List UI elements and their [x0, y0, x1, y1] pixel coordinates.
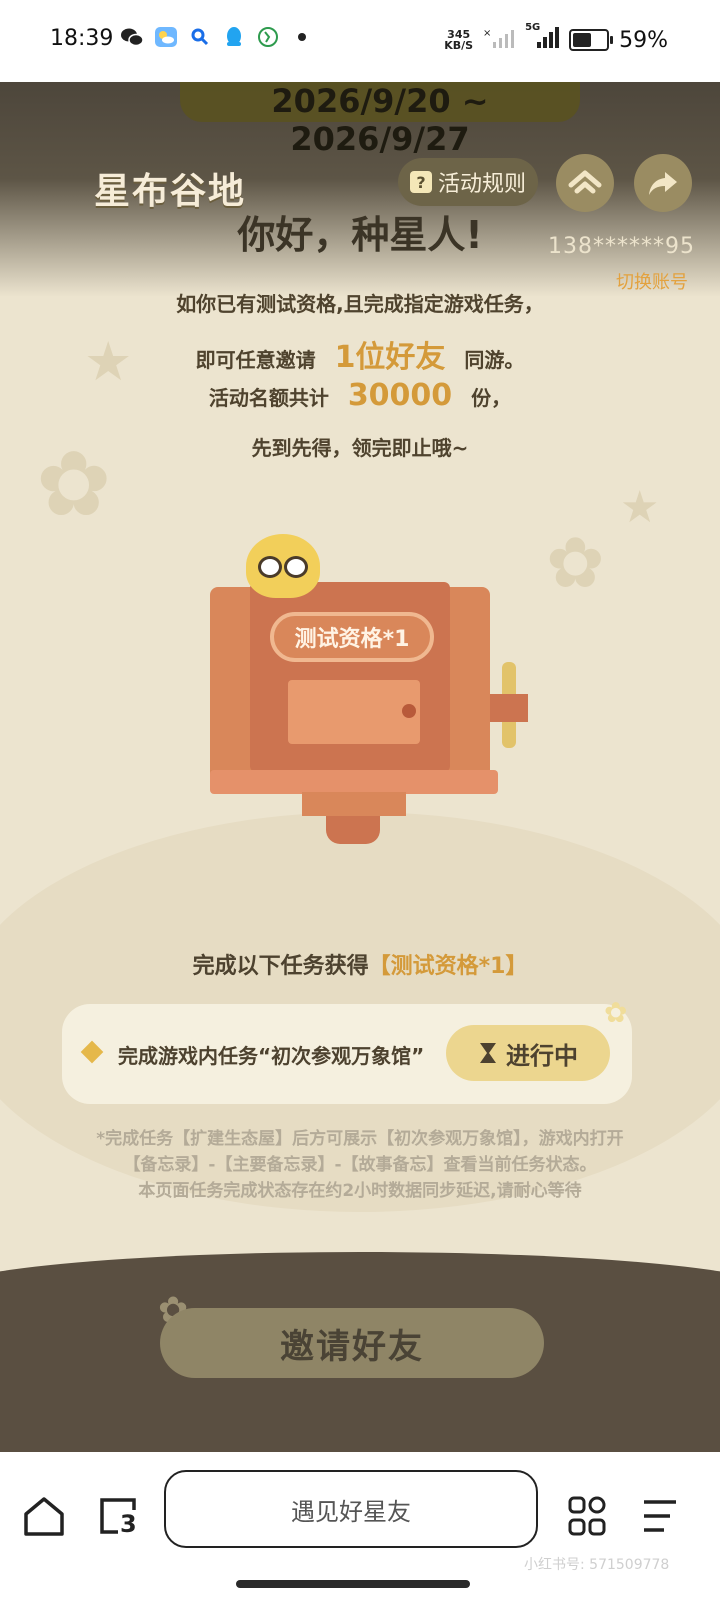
- signal-off-icon: ×: [483, 26, 515, 54]
- home-indicator[interactable]: [236, 1580, 470, 1588]
- star-decoration: ★: [620, 482, 660, 533]
- machine-base: [210, 770, 498, 794]
- status-time: 18:39: [50, 26, 114, 51]
- account-number: 138******95: [548, 234, 695, 259]
- search-icon: [188, 26, 212, 48]
- chick-eye: [258, 556, 282, 578]
- app-icon: [256, 26, 280, 48]
- network-type: 5G: [525, 22, 541, 33]
- task-status-button[interactable]: 进行中: [446, 1025, 610, 1081]
- watermark: 小红书号: 571509778: [524, 1557, 670, 1573]
- machine-handle: [488, 694, 528, 722]
- task-note-line-3: 本页面任务完成状态存在约2小时数据同步延迟,请耐心等待: [138, 1181, 582, 1201]
- task-note: *完成任务【扩建生态屋】后方可展示【初次参观万象馆】，游戏内打开 【备忘录】-【…: [40, 1126, 680, 1204]
- intro-line-3-suffix: 份，: [471, 386, 512, 410]
- menu-icon: [644, 1500, 676, 1532]
- machine-nozzle: [326, 816, 380, 844]
- task-note-line-1: *完成任务【扩建生态屋】后方可展示【初次参观万象馆】，游戏内打开: [96, 1129, 624, 1149]
- menu-button[interactable]: [638, 1494, 682, 1538]
- share-icon: [649, 172, 677, 195]
- task-status-label: 进行中: [506, 1041, 578, 1070]
- star-decoration: ✿: [546, 522, 605, 604]
- intro-line-1: 如你已有测试资格,且完成指定游戏任务，: [176, 292, 544, 316]
- intro-line-2-suffix: 同游。: [464, 348, 525, 372]
- quota-highlight: 30000: [347, 378, 453, 413]
- signal-5g-icon: 5G: [525, 22, 560, 54]
- star-decoration: ✿: [604, 996, 628, 1029]
- home-icon: [568, 170, 602, 194]
- door-knob: [402, 704, 416, 718]
- invite-count-highlight: 1位好友: [334, 340, 446, 375]
- grid-icon: [568, 1496, 606, 1536]
- wechat-icon: [120, 26, 144, 48]
- home-icon: [24, 1497, 64, 1536]
- intro-line-3-prefix: 活动名额共计: [208, 386, 329, 410]
- battery-percent: 59%: [619, 27, 668, 53]
- task-title-prefix: 完成以下任务获得: [192, 954, 369, 979]
- hourglass-icon: [480, 1043, 496, 1063]
- task-note-line-2: 【备忘录】-【主要备忘录】-【故事备忘】查看当前任务状态。: [123, 1155, 597, 1175]
- apps-button[interactable]: [566, 1494, 610, 1538]
- network-speed-unit: KB/S: [444, 39, 474, 52]
- notification-icons: [120, 26, 314, 48]
- intro-line-2-prefix: 即可任意邀请: [195, 348, 316, 372]
- tab-count: 3: [120, 1510, 137, 1538]
- status-right: 345 KB/S × 5G 59%: [444, 22, 668, 54]
- rules-label: 活动规则: [437, 172, 526, 197]
- chick-eye: [284, 556, 308, 578]
- machine-door: [288, 680, 420, 744]
- rules-button[interactable]: ? 活动规则: [398, 158, 538, 206]
- invite-friend-button[interactable]: 邀请好友: [160, 1308, 544, 1378]
- page-title: 遇见好星友: [291, 1497, 411, 1526]
- question-icon: ?: [409, 171, 432, 193]
- intro-line-4: 先到先得，领完即止哦~: [251, 436, 469, 460]
- network-speed: 345 KB/S: [444, 29, 473, 51]
- date-range: 2026/9/20 ~ 2026/9/27: [271, 82, 489, 158]
- qq-icon: [222, 26, 246, 48]
- task-title: 完成以下任务获得【测试资格*1】: [0, 948, 720, 980]
- browser-home-button[interactable]: [22, 1494, 66, 1538]
- weather-icon: [154, 26, 178, 48]
- more-dot-icon: [290, 26, 314, 48]
- intro-line-3: 活动名额共计 30000 份，: [0, 378, 720, 413]
- address-bar[interactable]: 遇见好星友: [164, 1470, 538, 1548]
- game-page: 2026/9/20 ~ 2026/9/27 星布谷地 ? 活动规则 你好，种星人…: [0, 82, 720, 1452]
- battery-icon: [569, 29, 614, 51]
- svg-text:×: ×: [483, 28, 491, 39]
- tabs-button[interactable]: 3: [96, 1494, 140, 1538]
- machine-stem: [302, 792, 406, 816]
- machine-label: 测试资格*1: [270, 612, 434, 662]
- task-reward: 【测试资格*1】: [368, 954, 528, 979]
- task-description: 完成游戏内任务“初次参观万象馆”: [118, 1044, 425, 1068]
- intro-line-2: 即可任意邀请 1位好友 同游。: [0, 332, 720, 376]
